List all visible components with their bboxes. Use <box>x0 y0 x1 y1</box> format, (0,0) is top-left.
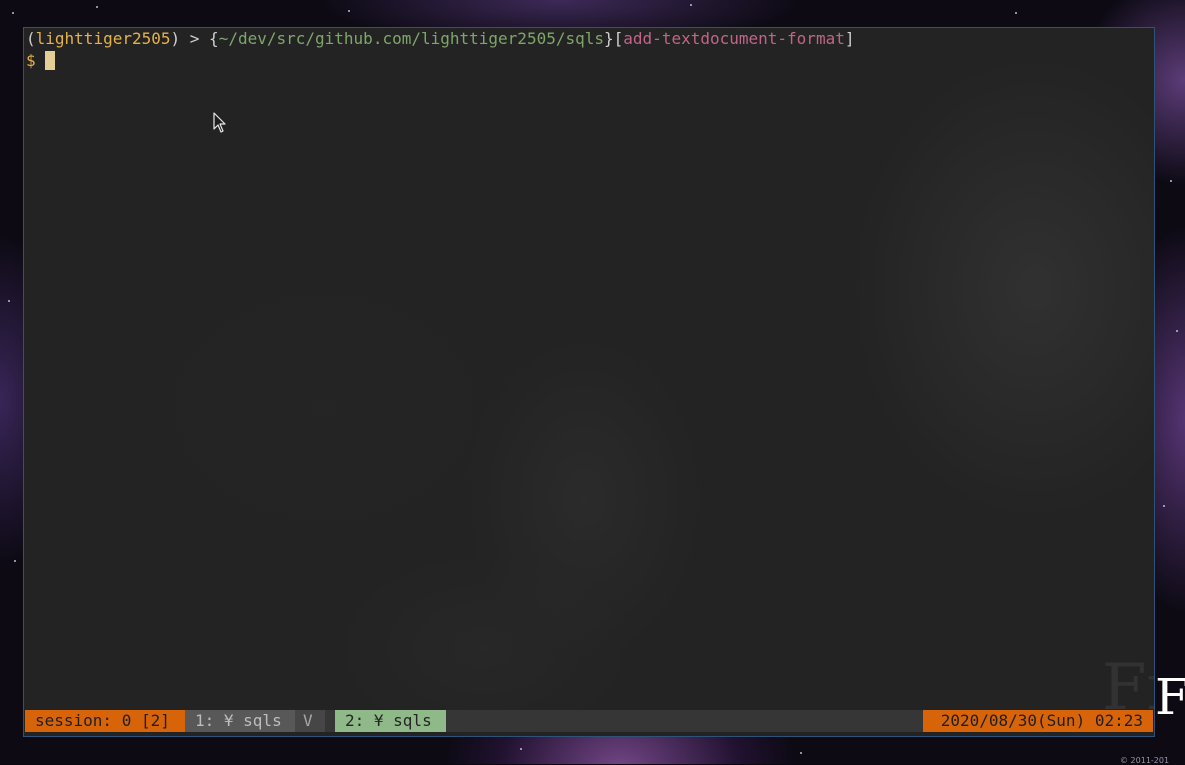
wallpaper-speck <box>1163 505 1165 507</box>
prompt-symbol: $ <box>26 51 36 70</box>
terminal-background-art <box>24 28 1154 736</box>
tmux-status-bar: session: 0 [2] 1: ¥ sqls V 2: ¥ sqls 202… <box>25 710 1153 732</box>
prompt-open-brace: { <box>209 29 219 48</box>
wallpaper-speck <box>8 300 10 302</box>
prompt-path: ~/dev/src/github.com/lighttiger2505/sqls <box>218 29 604 48</box>
prompt-close-bracket: ] <box>844 29 855 48</box>
tmux-session-indicator: session: 0 [2] <box>25 710 185 732</box>
prompt-close-brace: } <box>604 29 614 48</box>
prompt-close-paren: ) <box>170 29 181 48</box>
wallpaper-speck <box>96 6 98 8</box>
wallpaper-speck <box>520 748 522 750</box>
prompt-user: lighttiger2505 <box>35 29 171 48</box>
prompt-open-bracket: [ <box>613 29 624 48</box>
wallpaper-text: Fre <box>1155 668 1185 726</box>
tmux-clock: 2020/08/30(Sun) 02:23 <box>923 710 1153 732</box>
wallpaper-speck <box>12 12 14 14</box>
wallpaper-speck <box>690 4 692 6</box>
terminal-window[interactable]: Fre (lighttiger2505) > {~/dev/src/github… <box>23 27 1155 737</box>
wallpaper-speck <box>800 752 802 754</box>
cursor-block <box>45 51 56 70</box>
prompt-open-paren: ( <box>26 29 36 48</box>
wallpaper-speck <box>14 560 16 562</box>
prompt-separator: > <box>180 29 210 48</box>
tmux-window-tab-1[interactable]: 1: ¥ sqls <box>185 710 295 732</box>
desktop-wallpaper: Fre © 2011-201 Fre (lighttiger2505) > {~… <box>0 0 1185 765</box>
git-branch-icon: V <box>295 710 325 732</box>
wallpaper-speck <box>1170 180 1172 182</box>
wallpaper-speck <box>1015 12 1017 14</box>
shell-prompt-line: (lighttiger2505) > {~/dev/src/github.com… <box>26 28 854 50</box>
shell-input-line[interactable]: $ <box>26 50 56 72</box>
prompt-git-branch: add-textdocument-format <box>623 29 845 48</box>
tmux-window-tab-2-active[interactable]: 2: ¥ sqls <box>335 710 446 732</box>
wallpaper-speck <box>1176 330 1178 332</box>
wallpaper-speck <box>348 10 350 12</box>
mouse-pointer-icon <box>213 112 226 133</box>
